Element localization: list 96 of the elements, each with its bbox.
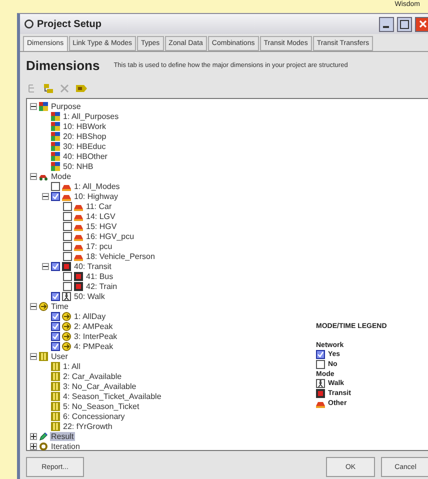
tree-item[interactable]: 2: Car_Available [62,372,123,380]
network-checked-icon[interactable] [51,262,60,270]
tree-item[interactable]: Purpose [50,102,82,110]
tree-item[interactable]: 41: Bus [85,272,114,280]
tree-item[interactable]: 50: Walk [73,292,106,300]
clock-icon [62,332,71,340]
blocks-icon [51,122,60,130]
tree-item[interactable]: 6: Concessionary [62,412,126,420]
user-group-icon [51,372,60,380]
section-title: Dimensions [26,58,100,72]
network-checked-icon[interactable] [51,292,60,300]
tree-item[interactable]: 1: All [62,362,82,370]
clock-icon [39,302,48,310]
tree-item[interactable]: 40: HBOther [62,152,108,160]
user-group-icon [51,422,60,430]
cycle-icon [39,442,48,450]
blocks-icon [51,162,60,170]
collapse-toggle[interactable] [42,192,49,200]
checkbox[interactable] [63,202,72,210]
tree-item[interactable]: Mode [50,172,72,180]
blocks-icon [51,132,60,140]
network-checked-icon[interactable] [51,322,60,330]
tree-item[interactable]: 1: All_Modes [73,182,121,190]
tree-item[interactable]: User [50,352,69,360]
tree-item[interactable]: 18: Vehicle_Person [85,252,156,260]
user-group-icon [51,392,60,400]
checked-square-icon [316,350,325,358]
maximize-button[interactable] [397,16,412,32]
maximize-icon [400,20,409,28]
tree-item[interactable]: 20: HBShop [62,132,108,140]
empty-square-icon [316,360,325,368]
expand-toggle[interactable] [30,432,37,440]
close-button[interactable] [415,16,428,32]
user-group-icon [51,412,60,420]
minimize-button[interactable] [379,16,394,32]
expand-toggle[interactable] [30,442,37,450]
walking-person-icon [316,378,325,388]
user-group-icon [51,362,60,370]
clock-icon [62,312,71,320]
tree-item[interactable]: 11: Car [85,202,113,210]
network-checked-icon[interactable] [51,312,60,320]
tree-item[interactable]: 3: InterPeak [73,332,118,340]
tree-item[interactable]: 40: Transit [73,262,112,270]
collapse-toggle[interactable] [30,102,37,110]
user-group-icon [51,402,60,410]
tree-item[interactable]: 3: No_Car_Available [62,382,138,390]
network-checked-icon[interactable] [51,332,60,340]
blocks-icon [51,152,60,160]
blocks-icon [51,112,60,120]
user-group-icon [51,382,60,390]
tree-item[interactable]: 1: All_Purposes [62,112,120,120]
tree-item[interactable]: 42: Train [85,282,118,290]
checkbox[interactable] [63,222,72,230]
close-icon [418,20,426,28]
network-checked-icon[interactable] [51,342,60,350]
tree-item[interactable]: 50: NHB [62,162,94,170]
app-icon [24,19,34,29]
tree-item[interactable]: 1: AllDay [73,312,107,320]
blocks-icon [51,142,60,150]
tree-item[interactable]: Iteration [50,442,81,450]
checkbox[interactable] [63,212,72,220]
tag-icon[interactable] [76,84,87,92]
checkbox[interactable] [63,272,72,280]
network-checked-icon[interactable] [51,192,60,200]
tree-item[interactable]: 4: PMPeak [73,342,114,350]
collapse-toggle[interactable] [30,352,37,360]
add-node-icon[interactable] [44,84,53,92]
tree-item[interactable]: 10: HBWork [62,122,107,130]
tree-item[interactable]: 16: HGV_pcu [85,232,136,240]
checkbox[interactable] [63,232,72,240]
checkbox[interactable] [51,182,60,190]
collapse-toggle[interactable] [42,262,49,270]
walking-person-icon [62,292,71,300]
checkbox[interactable] [63,282,72,290]
clock-icon [62,342,71,350]
tree-item[interactable]: 30: HBEduc [62,142,107,150]
checkbox[interactable] [63,242,72,250]
tree-item[interactable]: 2: AMPeak [73,322,114,330]
checkbox[interactable] [63,252,72,260]
clock-icon [62,322,71,330]
tree-item[interactable]: 17: pcu [85,242,114,250]
window-title: Project Setup [37,18,102,30]
tree-item[interactable]: 10: Highway [73,192,120,200]
pencil-icon [39,432,48,440]
blocks-icon [39,102,48,110]
user-group-icon [39,352,48,360]
tree-item[interactable]: 4: Season_Ticket_Available [62,392,162,400]
tree-item[interactable]: 14: LGV [85,212,116,220]
collapse-toggle[interactable] [30,172,37,180]
tree-item[interactable]: 5: No_Season_Ticket [62,402,140,410]
bus-icon [316,388,325,398]
tree-item[interactable]: Time [50,302,70,310]
tree-item[interactable]: Result [50,432,75,440]
tree-item[interactable]: 22: fYrGrowth [62,422,114,430]
tree-item[interactable]: 15: HGV [85,222,118,230]
collapse-toggle[interactable] [30,302,37,310]
